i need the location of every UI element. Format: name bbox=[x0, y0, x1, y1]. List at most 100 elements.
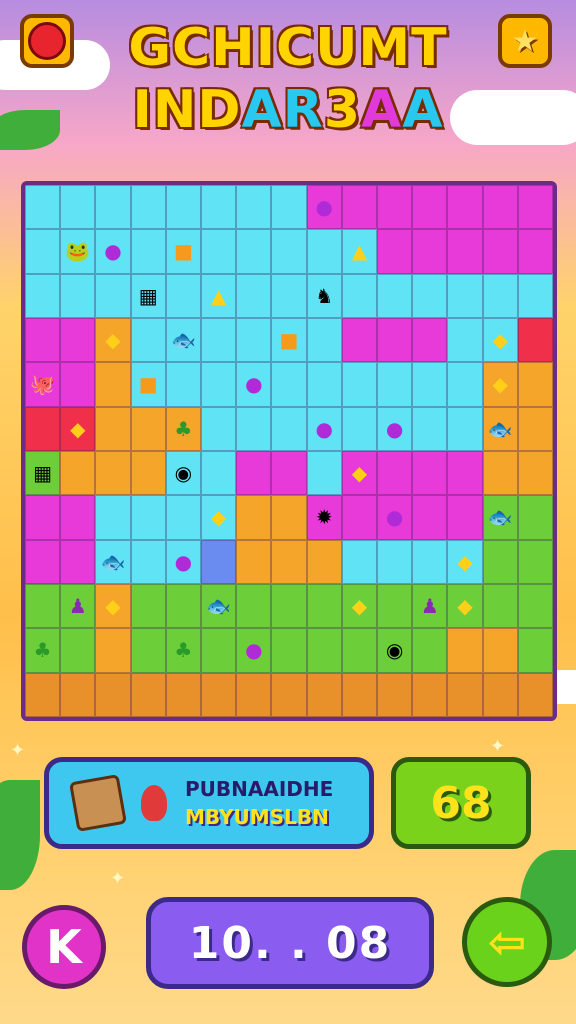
board-tile[interactable] bbox=[377, 317, 413, 363]
board-tile[interactable]: ● bbox=[377, 406, 413, 451]
board-tile[interactable] bbox=[482, 672, 518, 717]
game-piece-icon[interactable]: 🐟 bbox=[206, 596, 231, 616]
board-tile[interactable] bbox=[236, 672, 272, 717]
game-piece-icon[interactable]: ◆ bbox=[70, 419, 85, 439]
board-tile[interactable] bbox=[412, 273, 448, 318]
board-tile[interactable]: ● bbox=[165, 539, 201, 584]
board-tile[interactable] bbox=[130, 317, 166, 363]
board-tile[interactable]: ◆ bbox=[482, 317, 518, 363]
board-tile[interactable] bbox=[306, 450, 342, 496]
board-tile[interactable] bbox=[377, 583, 413, 629]
board-tile[interactable] bbox=[447, 450, 483, 496]
board-tile[interactable] bbox=[306, 672, 342, 717]
board-tile[interactable] bbox=[201, 317, 237, 363]
board-tile[interactable] bbox=[377, 273, 413, 318]
game-piece-icon[interactable]: ● bbox=[315, 419, 332, 439]
board-tile[interactable] bbox=[165, 672, 201, 717]
board-tile[interactable] bbox=[236, 406, 272, 451]
board-tile[interactable] bbox=[412, 406, 448, 451]
board-tile[interactable] bbox=[25, 317, 61, 363]
board-tile[interactable] bbox=[271, 362, 307, 407]
board-tile[interactable]: 🐸 bbox=[60, 229, 96, 274]
board-tile[interactable] bbox=[517, 229, 553, 274]
board-tile[interactable] bbox=[165, 583, 201, 629]
board-tile[interactable] bbox=[517, 406, 553, 451]
board-tile[interactable]: ♣ bbox=[165, 406, 201, 451]
board-tile[interactable] bbox=[341, 273, 377, 318]
board-tile[interactable] bbox=[130, 583, 166, 629]
board-tile[interactable] bbox=[517, 628, 553, 673]
board-tile[interactable] bbox=[95, 628, 131, 673]
board-tile[interactable] bbox=[271, 583, 307, 629]
board-tile[interactable] bbox=[306, 362, 342, 407]
board-tile[interactable] bbox=[165, 273, 201, 318]
board-tile[interactable]: ♟ bbox=[60, 583, 96, 629]
game-piece-icon[interactable]: 🐟 bbox=[488, 507, 513, 527]
board-tile[interactable] bbox=[412, 317, 448, 363]
board-tile[interactable] bbox=[25, 273, 61, 318]
board-tile[interactable] bbox=[377, 229, 413, 274]
game-piece-icon[interactable]: ● bbox=[104, 241, 121, 261]
board-tile[interactable] bbox=[482, 539, 518, 584]
game-piece-icon[interactable]: ■ bbox=[280, 330, 299, 350]
board-tile[interactable] bbox=[517, 583, 553, 629]
game-piece-icon[interactable]: ♣ bbox=[174, 419, 192, 439]
board-tile[interactable] bbox=[165, 495, 201, 540]
game-piece-icon[interactable]: 🐟 bbox=[101, 552, 126, 572]
board-tile[interactable] bbox=[341, 495, 377, 540]
board-tile[interactable] bbox=[95, 362, 131, 407]
board-tile[interactable]: ◆ bbox=[482, 362, 518, 407]
board-tile[interactable]: ◆ bbox=[341, 450, 377, 496]
board-tile[interactable] bbox=[482, 450, 518, 496]
board-tile[interactable] bbox=[201, 185, 237, 230]
board-tile[interactable] bbox=[271, 672, 307, 717]
board-tile[interactable] bbox=[412, 362, 448, 407]
board-tile[interactable]: ◉ bbox=[377, 628, 413, 673]
board-tile[interactable] bbox=[236, 317, 272, 363]
board-tile[interactable] bbox=[236, 229, 272, 274]
board-tile[interactable]: ◉ bbox=[165, 450, 201, 496]
board-tile[interactable] bbox=[201, 628, 237, 673]
board-tile[interactable] bbox=[236, 273, 272, 318]
board-tile[interactable] bbox=[306, 229, 342, 274]
board-tile[interactable] bbox=[412, 229, 448, 274]
game-piece-icon[interactable]: ▦ bbox=[139, 286, 158, 306]
game-piece-icon[interactable]: ♞ bbox=[315, 286, 333, 306]
game-piece-icon[interactable]: ◆ bbox=[457, 552, 472, 572]
board-tile[interactable] bbox=[236, 539, 272, 584]
board-tile[interactable] bbox=[377, 539, 413, 584]
board-tile[interactable] bbox=[412, 450, 448, 496]
board-tile[interactable]: ■ bbox=[165, 229, 201, 274]
board-tile[interactable] bbox=[60, 628, 96, 673]
board-tile[interactable] bbox=[306, 317, 342, 363]
board-tile[interactable]: 🐙 bbox=[25, 362, 61, 407]
board-tile[interactable] bbox=[377, 450, 413, 496]
board-tile[interactable] bbox=[130, 539, 166, 584]
board-tile[interactable]: ● bbox=[236, 362, 272, 407]
board-tile[interactable] bbox=[60, 362, 96, 407]
board-tile[interactable] bbox=[95, 273, 131, 318]
board-tile[interactable] bbox=[447, 317, 483, 363]
board-tile[interactable] bbox=[271, 185, 307, 230]
board-tile[interactable] bbox=[95, 185, 131, 230]
game-piece-icon[interactable]: ◆ bbox=[493, 330, 508, 350]
board-tile[interactable] bbox=[412, 495, 448, 540]
board-tile[interactable]: ● bbox=[377, 495, 413, 540]
back-button[interactable]: ⇦ bbox=[462, 897, 552, 987]
board-tile[interactable]: 🐟 bbox=[482, 406, 518, 451]
board-tile[interactable] bbox=[412, 672, 448, 717]
game-piece-icon[interactable]: ✹ bbox=[316, 507, 333, 527]
board-tile[interactable] bbox=[447, 495, 483, 540]
board-tile[interactable] bbox=[447, 273, 483, 318]
board-tile[interactable] bbox=[341, 362, 377, 407]
board-tile[interactable] bbox=[236, 450, 272, 496]
board-tile[interactable] bbox=[60, 317, 96, 363]
board-tile[interactable] bbox=[482, 273, 518, 318]
board-tile[interactable] bbox=[60, 450, 96, 496]
board-tile[interactable] bbox=[130, 495, 166, 540]
board-tile[interactable]: ◆ bbox=[95, 583, 131, 629]
board-tile[interactable] bbox=[25, 406, 61, 451]
board-tile[interactable] bbox=[60, 539, 96, 584]
board-tile[interactable] bbox=[341, 539, 377, 584]
game-piece-icon[interactable]: ◆ bbox=[457, 596, 472, 616]
